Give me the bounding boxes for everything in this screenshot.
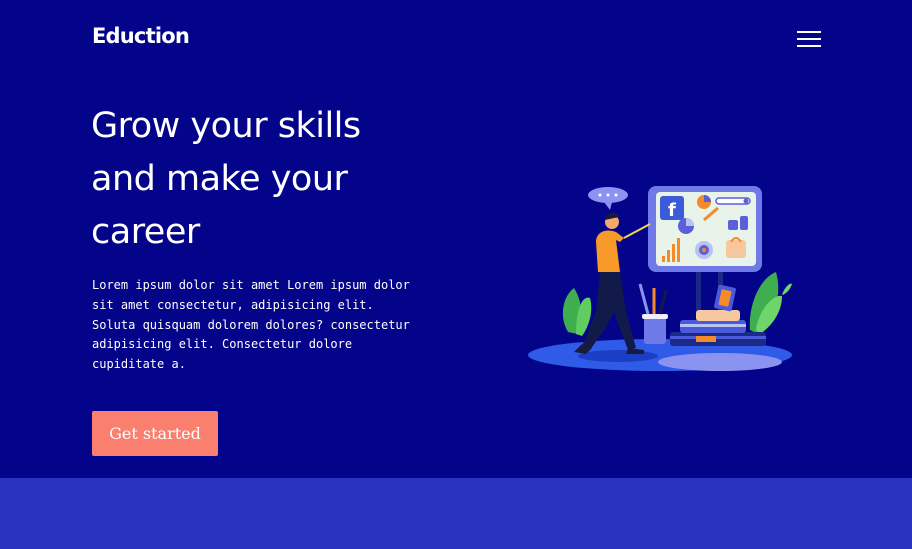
hero-description: Lorem ipsum dolor sit amet Lorem ipsum d… (92, 278, 410, 372)
teacher-presenting-board-illustration: f (528, 186, 792, 371)
hamburger-menu-icon[interactable] (793, 29, 825, 49)
hero-headline: Grow your skills and make your career (91, 106, 361, 252)
site-logo[interactable]: Eduction (92, 24, 190, 48)
next-section (0, 478, 912, 549)
get-started-button[interactable]: Get started (92, 411, 218, 456)
svg-text:f: f (668, 200, 676, 221)
hero-section: Eduction Grow your skills and make your … (0, 0, 912, 478)
